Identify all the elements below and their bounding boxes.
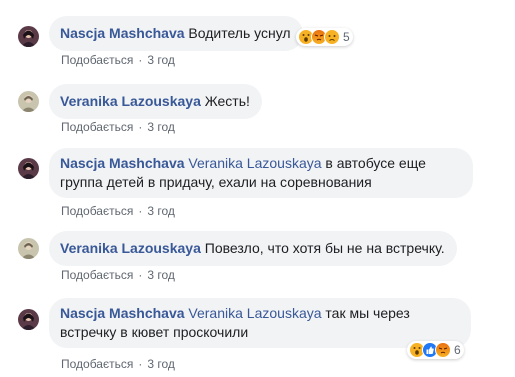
comment-actions: Подобається · 3 год bbox=[61, 357, 175, 371]
avatar[interactable] bbox=[18, 26, 39, 47]
separator-dot: · bbox=[138, 204, 143, 218]
avatar[interactable] bbox=[18, 158, 39, 179]
comment-bubble: Veranika Lazouskaya Жесть! bbox=[49, 84, 262, 119]
separator-dot: · bbox=[138, 357, 143, 371]
mention-link[interactable]: Veranika Lazouskaya bbox=[188, 305, 321, 321]
comment-timestamp[interactable]: 3 год bbox=[147, 268, 175, 282]
like-link[interactable]: Подобається bbox=[61, 357, 133, 371]
reactions-summary[interactable]: 6 bbox=[407, 341, 464, 359]
avatar[interactable] bbox=[18, 309, 39, 330]
like-link[interactable]: Подобається bbox=[61, 120, 133, 134]
reaction-count: 6 bbox=[454, 343, 461, 357]
comment-actions: Подобається · 3 год bbox=[61, 120, 175, 134]
avatar[interactable] bbox=[18, 238, 39, 259]
comment-actions: Подобається · 3 год bbox=[61, 268, 175, 282]
comment-timestamp[interactable]: 3 год bbox=[147, 357, 175, 371]
comment-author[interactable]: Nascja Mashchava bbox=[60, 155, 185, 171]
like-link[interactable]: Подобається bbox=[61, 204, 133, 218]
like-link[interactable]: Подобається bbox=[61, 268, 133, 282]
like-link[interactable]: Подобається bbox=[61, 53, 133, 67]
angry-reaction-icon bbox=[435, 342, 451, 358]
comment-actions: Подобається · 3 год bbox=[61, 204, 175, 218]
separator-dot: · bbox=[138, 120, 143, 134]
separator-dot: · bbox=[138, 53, 143, 67]
comment-author[interactable]: Nascja Mashchava bbox=[60, 25, 185, 41]
comment-author[interactable]: Veranika Lazouskaya bbox=[60, 240, 201, 256]
avatar[interactable] bbox=[18, 91, 39, 112]
comment-text: Жесть! bbox=[204, 93, 250, 109]
comment-text: Водитель уснул bbox=[188, 25, 291, 41]
mention-link[interactable]: Veranika Lazouskaya bbox=[188, 155, 321, 171]
comment-bubble: Veranika Lazouskaya Повезло, что хотя бы… bbox=[49, 231, 457, 266]
reaction-count: 5 bbox=[343, 30, 350, 44]
comment-author[interactable]: Nascja Mashchava bbox=[60, 305, 185, 321]
comment-timestamp[interactable]: 3 год bbox=[147, 53, 175, 67]
comment-timestamp[interactable]: 3 год bbox=[147, 120, 175, 134]
comment-actions: Подобається · 3 год bbox=[61, 53, 175, 67]
comment-bubble: Nascja Mashchava Veranika Lazouskaya в а… bbox=[49, 148, 473, 198]
comment-bubble: Nascja Mashchava Водитель уснул bbox=[49, 16, 303, 51]
sad-reaction-icon bbox=[324, 29, 340, 45]
comment-text: Повезло, что хотя бы не на встречку. bbox=[204, 240, 445, 256]
comment-timestamp[interactable]: 3 год bbox=[147, 204, 175, 218]
reactions-summary[interactable]: 5 bbox=[296, 28, 353, 46]
separator-dot: · bbox=[138, 268, 143, 282]
comment-author[interactable]: Veranika Lazouskaya bbox=[60, 93, 201, 109]
comment-bubble: Nascja Mashchava Veranika Lazouskaya так… bbox=[49, 298, 471, 348]
